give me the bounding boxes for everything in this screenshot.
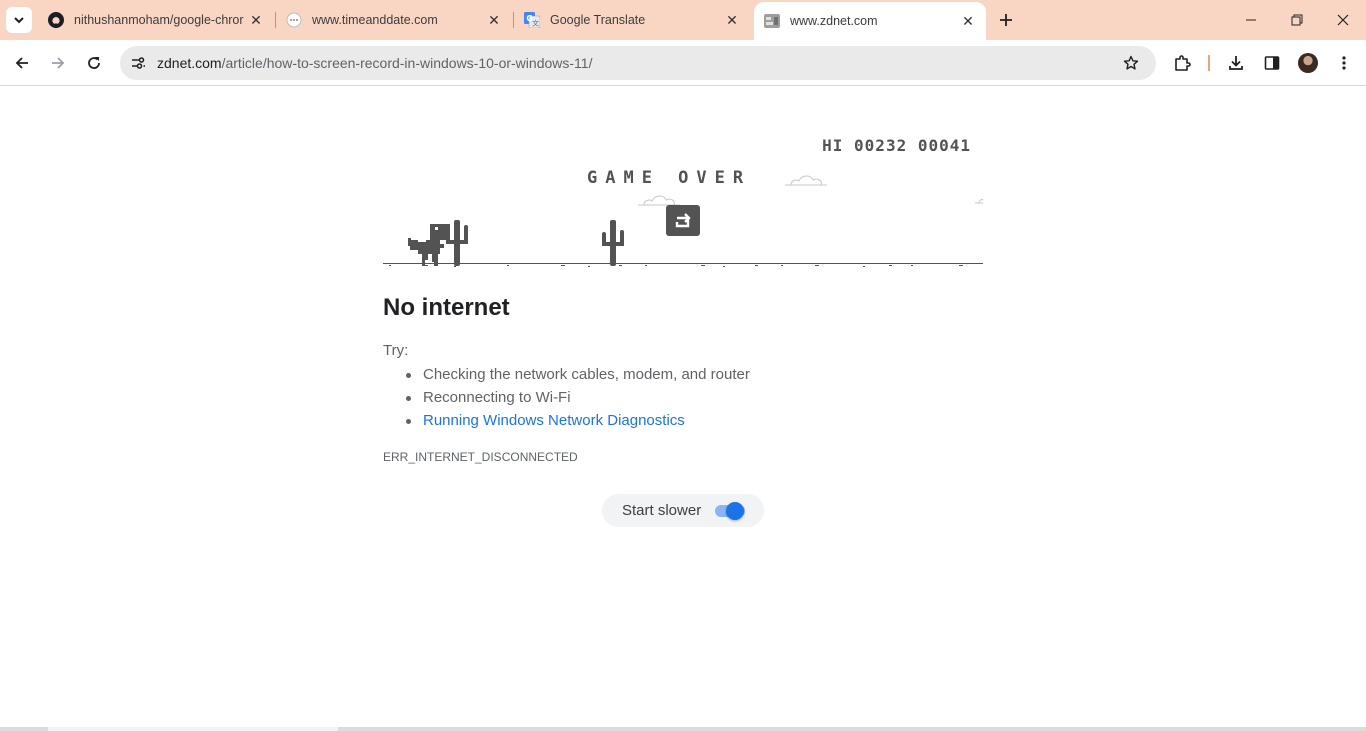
side-panel-icon (1264, 56, 1280, 70)
ground-texture (389, 265, 963, 267)
scrollbar-thumb[interactable] (48, 727, 338, 731)
start-slower-control[interactable]: Start slower (602, 494, 764, 527)
download-icon (1229, 56, 1243, 70)
bookmark-star-icon[interactable] (1120, 52, 1142, 74)
restart-icon (675, 212, 691, 227)
tab-search-button[interactable] (6, 7, 32, 33)
close-tab-icon[interactable]: ✕ (958, 11, 978, 31)
back-button[interactable] (8, 49, 36, 77)
minimize-icon (1246, 19, 1256, 21)
tab-title: Google Translate (550, 13, 646, 27)
tab-github[interactable]: nithushanmoham/google-chror ✕ (38, 0, 274, 40)
toolbar-separator (1208, 55, 1210, 71)
suggestion-item: Checking the network cables, modem, and … (406, 366, 750, 389)
new-tab-button[interactable] (994, 8, 1018, 32)
chevron-down-icon (14, 17, 24, 24)
minimize-button[interactable] (1228, 0, 1274, 40)
close-tab-icon[interactable]: ✕ (246, 10, 266, 30)
cactus-icon (446, 220, 468, 266)
site-info-icon[interactable] (128, 53, 148, 73)
url-text[interactable]: zdnet.com/article/how-to-screen-record-i… (157, 55, 592, 71)
suggestion-item: Reconnecting to Wi-Fi (406, 389, 750, 412)
suggestion-list: Checking the network cables, modem, and … (406, 366, 750, 435)
url-path: /article/how-to-screen-record-in-windows… (221, 55, 593, 71)
close-tab-icon[interactable]: ✕ (484, 10, 504, 30)
start-slower-toggle-knob[interactable] (726, 502, 744, 520)
tab-title: nithushanmoham/google-chror (74, 13, 244, 27)
cactus-icon (602, 220, 624, 266)
url-host: zdnet.com (157, 55, 222, 71)
cloud-icon (785, 175, 827, 186)
restore-button[interactable] (1274, 0, 1320, 40)
plus-icon (1000, 14, 1012, 26)
puzzle-icon (1175, 55, 1191, 71)
start-slower-label: Start slower (622, 502, 702, 519)
tab-google-translate[interactable]: G文 Google Translate ✕ (514, 0, 750, 40)
side-panel-button[interactable] (1258, 49, 1286, 77)
github-icon (48, 12, 64, 28)
network-diagnostics-link[interactable]: Running Windows Network Diagnostics (406, 412, 750, 435)
tab-strip: nithushanmoham/google-chror ✕ www.timean… (0, 0, 1366, 40)
profile-avatar[interactable] (1298, 53, 1318, 73)
game-score: HI 00232 00041 (822, 136, 971, 155)
cloud-icon (638, 195, 680, 206)
zdnet-icon (764, 13, 780, 29)
restore-icon (1291, 14, 1303, 26)
forward-button[interactable] (44, 49, 72, 77)
browser-toolbar: zdnet.com/article/how-to-screen-record-i… (0, 40, 1366, 86)
extensions-button[interactable] (1168, 49, 1196, 77)
reload-button[interactable] (80, 49, 108, 77)
google-translate-icon: G文 (524, 12, 540, 28)
tab-timeanddate[interactable]: www.timeanddate.com ✕ (276, 0, 512, 40)
svg-text:文: 文 (532, 19, 539, 28)
menu-button[interactable] (1330, 49, 1358, 77)
close-icon (1337, 14, 1349, 26)
restart-button[interactable] (666, 205, 700, 236)
reload-icon (88, 57, 100, 69)
error-code: ERR_INTERNET_DISCONNECTED (383, 450, 578, 464)
tab-title: www.timeanddate.com (312, 13, 438, 27)
close-window-button[interactable] (1320, 0, 1366, 40)
more-vert-icon (1342, 56, 1346, 70)
tab-title: www.zdnet.com (790, 14, 878, 28)
game-over-text: GAME OVER (587, 168, 752, 188)
try-label: Try: (383, 342, 409, 359)
address-bar[interactable]: zdnet.com/article/how-to-screen-record-i… (120, 46, 1156, 80)
downloads-button[interactable] (1222, 49, 1250, 77)
arrow-left-icon (15, 57, 28, 69)
close-tab-icon[interactable]: ✕ (722, 10, 742, 30)
tab-zdnet-active[interactable]: www.zdnet.com ✕ (754, 2, 986, 40)
timeanddate-icon (286, 12, 302, 28)
cloud-fragment-icon (975, 199, 983, 204)
page-title: No internet (383, 294, 510, 321)
dino-game[interactable]: HI 00232 00041 GAME OVER (383, 120, 983, 270)
arrow-right-icon (52, 57, 65, 69)
bottom-scrollbar[interactable] (0, 727, 1366, 731)
